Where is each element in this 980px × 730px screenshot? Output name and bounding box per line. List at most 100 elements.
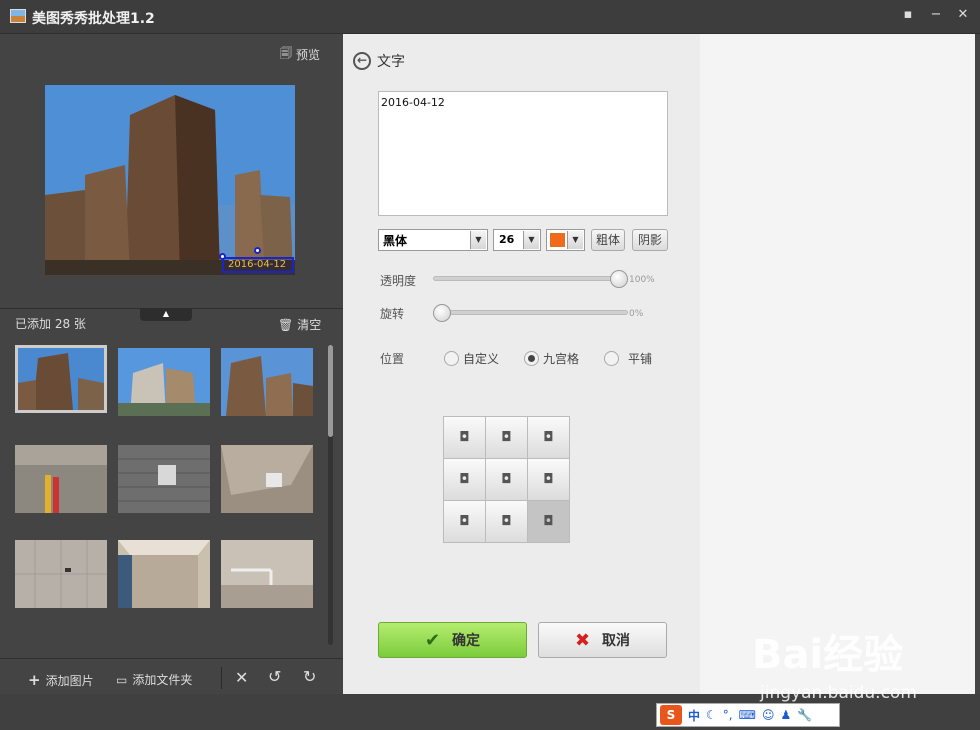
nine-grid-position: ◘ ◘ ◘ ◘ ◘ ◘ ◘ ◘ ◘ <box>443 416 570 543</box>
thumbnail[interactable] <box>221 445 313 513</box>
position-top-left[interactable]: ◘ <box>444 417 485 458</box>
ime-mode: 中 <box>688 708 701 723</box>
watermark-logo: Bai经验 <box>752 632 904 678</box>
text-input[interactable]: 2016-04-12 <box>378 91 668 216</box>
close-button[interactable]: ✕ <box>953 6 973 24</box>
opacity-slider[interactable] <box>433 276 628 281</box>
watermark-url: jingyan.baidu.com <box>760 683 917 703</box>
minimize-button[interactable]: − <box>926 6 946 24</box>
color-swatch <box>550 233 565 247</box>
folder-icon: ▭ <box>116 672 128 687</box>
rotate-right-icon[interactable]: ↻ <box>303 667 316 686</box>
preview-button[interactable]: 🗐 预览 <box>280 44 320 65</box>
position-bottom-center[interactable]: ◘ <box>486 501 527 542</box>
checkmark-icon: ✔ <box>424 629 441 651</box>
ime-toolbar[interactable]: S 中 ☾ °, ⌨ ☺ ♟ 🔧 <box>656 703 840 727</box>
position-label: 位置 <box>380 352 405 366</box>
back-arrow-icon: ← <box>353 52 371 70</box>
position-bottom-right[interactable]: ◘ <box>528 501 569 542</box>
punctuation-icon: °, <box>722 708 733 722</box>
chevron-down-icon: ▼ <box>470 231 486 249</box>
radio-tile[interactable]: 平铺 <box>604 350 652 367</box>
text-watermark-overlay[interactable]: 2016-04-12 <box>219 247 294 273</box>
cancel-label: 取消 <box>602 633 631 649</box>
color-picker[interactable]: ▼ <box>546 229 585 251</box>
clear-button[interactable]: 🗑 清空 <box>278 316 321 333</box>
sogou-logo-icon: S <box>660 705 682 725</box>
thumbnail[interactable] <box>15 540 107 608</box>
radio-custom[interactable]: 自定义 <box>444 350 499 367</box>
radio-button-selected <box>524 351 539 366</box>
opacity-slider-knob[interactable] <box>610 270 628 288</box>
thumbnail[interactable] <box>118 348 210 416</box>
preview-label: 预览 <box>296 48 321 62</box>
app-title: 美图秀秀批处理1.2 <box>32 11 155 27</box>
position-bottom-left[interactable]: ◘ <box>444 501 485 542</box>
delete-icon[interactable]: ✕ <box>235 668 248 687</box>
skin-icon: ♟ <box>780 708 792 722</box>
rotate-value: 0% <box>629 309 644 319</box>
radio-label: 九宫格 <box>543 352 580 366</box>
cancel-button[interactable]: ✖ 取消 <box>538 622 667 658</box>
rotate-left-icon[interactable]: ↺ <box>268 667 281 686</box>
size-value: 26 <box>499 233 515 246</box>
font-value: 黑体 <box>383 234 408 248</box>
separator <box>221 667 222 689</box>
confirm-button[interactable]: ✔ 确定 <box>378 622 527 658</box>
stamp-text: 2016-04-12 <box>228 259 287 270</box>
opacity-value: 100% <box>629 275 655 285</box>
radio-label: 平铺 <box>628 352 653 366</box>
left-panel: 🗐 预览 2016-04-12 ▲ 已添加 28 张 🗑 清空 + 添加图片 ▭… <box>0 34 343 694</box>
thumbnail[interactable] <box>118 445 210 513</box>
trash-icon: 🗑 <box>278 317 294 332</box>
back-button[interactable]: ← 文字 <box>353 51 405 71</box>
position-top-right[interactable]: ◘ <box>528 417 569 458</box>
position-middle-left[interactable]: ◘ <box>444 459 485 500</box>
font-dropdown[interactable]: 黑体 ▼ <box>378 229 488 251</box>
preview-icon: 🗐 <box>280 46 292 60</box>
clear-label: 清空 <box>297 318 322 332</box>
text-settings-panel: ← 文字 2016-04-12 黑体 ▼ 26 ▼ ▼ 粗体 阴影 透明度 10… <box>343 34 700 694</box>
user-icon: ☺ <box>761 708 775 722</box>
radio-button <box>444 351 459 366</box>
moon-icon: ☾ <box>706 708 717 722</box>
app-icon <box>10 9 26 23</box>
position-middle-right[interactable]: ◘ <box>528 459 569 500</box>
thumbnail[interactable] <box>15 445 107 513</box>
add-image-button[interactable]: + 添加图片 <box>28 671 94 689</box>
position-center[interactable]: ◘ <box>486 459 527 500</box>
rotate-slider[interactable] <box>433 310 628 315</box>
title-bar: 美图秀秀批处理1.2 ▪ − ✕ <box>0 0 980 34</box>
thumbnail[interactable] <box>15 345 107 413</box>
rotate-handle[interactable] <box>254 247 261 254</box>
feedback-icon[interactable]: ▪ <box>898 6 918 24</box>
panel-title: 文字 <box>377 54 405 70</box>
rotate-label: 旋转 <box>380 307 405 321</box>
chevron-down-icon: ▼ <box>523 231 539 249</box>
confirm-label: 确定 <box>452 633 481 649</box>
rotate-slider-knob[interactable] <box>433 304 451 322</box>
thumbnail[interactable] <box>221 348 313 416</box>
app-window: 美图秀秀批处理1.2 ▪ − ✕ 🗐 预览 2016-04-12 ▲ 已添加 2… <box>0 0 980 730</box>
radio-button <box>604 351 619 366</box>
thumbnail[interactable] <box>118 540 210 608</box>
bottom-toolbar: + 添加图片 ▭ 添加文件夹 ✕ ↺ ↻ <box>0 658 343 694</box>
opacity-label: 透明度 <box>380 274 417 288</box>
thumbnail[interactable] <box>221 540 313 608</box>
x-icon: ✖ <box>574 629 591 651</box>
radio-nine-grid[interactable]: 九宫格 <box>524 350 579 367</box>
thumbnail-grid <box>15 345 315 645</box>
plus-icon: + <box>28 671 41 689</box>
bold-button[interactable]: 粗体 <box>591 229 625 251</box>
add-folder-button[interactable]: ▭ 添加文件夹 <box>116 671 192 688</box>
size-dropdown[interactable]: 26 ▼ <box>493 229 541 251</box>
thumbnail-scrollbar[interactable] <box>328 345 333 645</box>
added-count: 已添加 28 张 <box>15 317 86 331</box>
scrollbar-thumb[interactable] <box>328 345 333 437</box>
position-top-center[interactable]: ◘ <box>486 417 527 458</box>
radio-label: 自定义 <box>463 352 500 366</box>
add-folder-label: 添加文件夹 <box>132 673 193 687</box>
drag-handle[interactable] <box>219 253 226 260</box>
shadow-button[interactable]: 阴影 <box>632 229 668 251</box>
collapse-toggle[interactable]: ▲ <box>140 308 192 321</box>
